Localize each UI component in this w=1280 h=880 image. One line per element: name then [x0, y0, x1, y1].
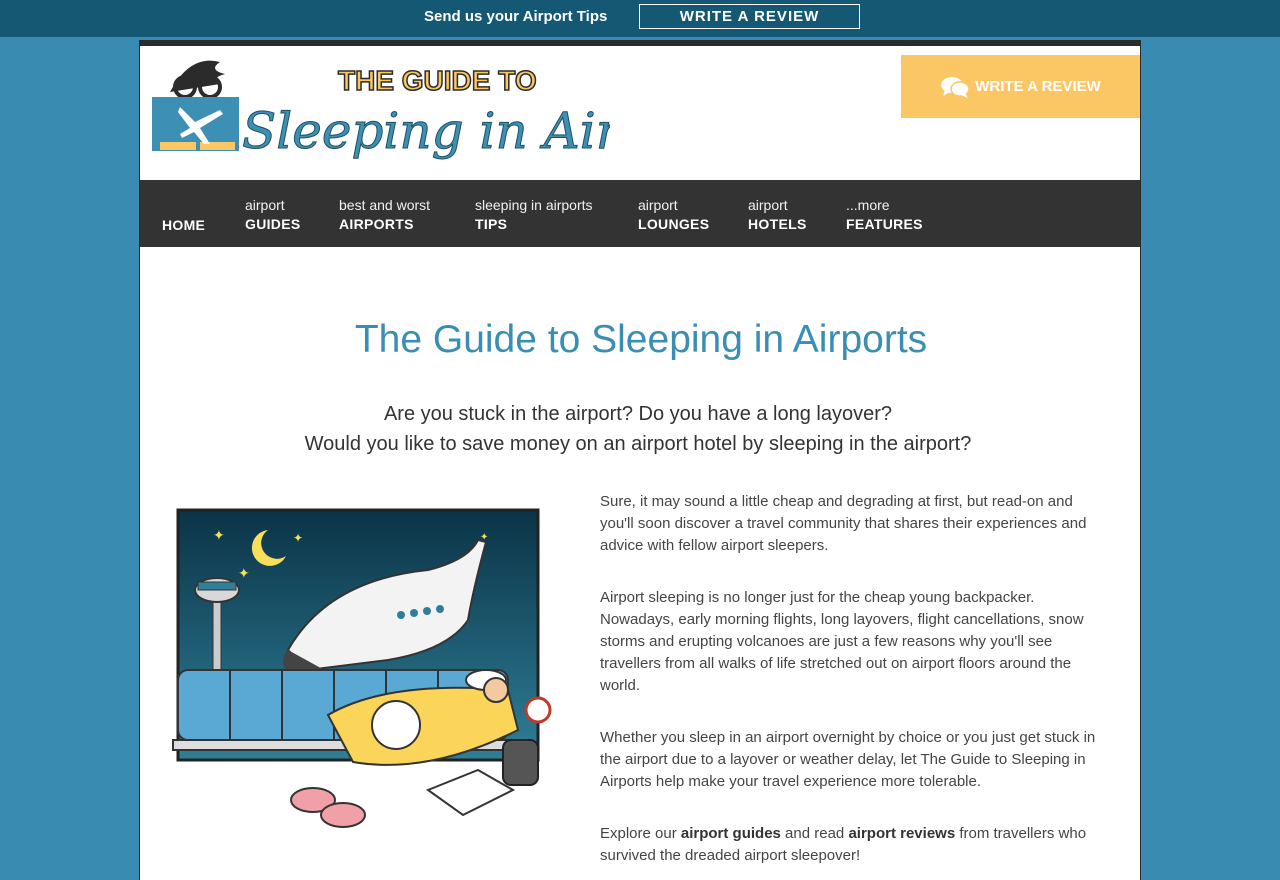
nav-airports-top: best and worst — [339, 197, 431, 213]
intro-line-1: Are you stuck in the airport? Do you hav… — [383, 403, 893, 425]
nav-hotels-bottom: HOTELS — [748, 216, 807, 232]
nav-hotels-top: airport — [748, 197, 788, 213]
svg-text:✦: ✦ — [213, 527, 225, 543]
nav-features-bottom: FEATURES — [846, 216, 923, 232]
body-text: Sure, it may sound a little cheap and de… — [600, 491, 1100, 880]
svg-text:✦: ✦ — [293, 531, 303, 545]
svg-text:Sleeping in Airports: Sleeping in Airports — [242, 102, 610, 160]
p4-pre: Explore our — [600, 825, 681, 842]
nav-guides-top: airport — [245, 197, 285, 213]
nav-lounges-bottom: LOUNGES — [638, 216, 710, 232]
page-title: The Guide to Sleeping in Airports — [354, 318, 928, 361]
nav-airport-guides[interactable]: airport GUIDES — [245, 197, 300, 234]
write-review-button[interactable]: WRITE A REVIEW — [901, 55, 1140, 118]
airport-guides-link[interactable]: airport guides — [681, 825, 781, 842]
main-nav: HOME airport GUIDES best and worst AIRPO… — [140, 180, 1140, 247]
nav-more-features[interactable]: ...more FEATURES — [846, 197, 923, 234]
nav-features-top: ...more — [846, 197, 890, 213]
airport-sleeper-illustration: ✦ ✦ ✦ ✦ — [172, 508, 552, 828]
nav-airport-hotels[interactable]: airport HOTELS — [748, 197, 807, 234]
nav-lounges-top: airport — [638, 197, 678, 213]
airport-tips-text: Send us your Airport Tips — [424, 8, 608, 25]
topbar-write-review-button[interactable]: WRITE A REVIEW — [639, 4, 860, 29]
intro-line-2: Would you like to save money on an airpo… — [304, 433, 972, 455]
top-bar: Send us your Airport Tips WRITE A REVIEW — [0, 0, 1280, 37]
nav-best-worst-airports[interactable]: best and worst AIRPORTS — [339, 197, 430, 234]
paragraph-2: Airport sleeping is no longer just for t… — [600, 589, 1084, 694]
nav-tips-bottom: TIPS — [475, 216, 508, 232]
page-container: THE GUIDE TO Sleeping in Airports WRITE … — [139, 40, 1141, 880]
paragraph-1: Sure, it may sound a little cheap and de… — [600, 493, 1087, 554]
site-logo[interactable]: THE GUIDE TO Sleeping in Airports — [150, 52, 610, 180]
nav-airport-lounges[interactable]: airport LOUNGES — [638, 197, 709, 234]
airport-reviews-link[interactable]: airport reviews — [848, 825, 955, 842]
paragraph-4: Explore our airport guides and read airp… — [600, 823, 1100, 867]
svg-text:THE GUIDE TO: THE GUIDE TO — [338, 65, 537, 96]
chat-bubbles-icon — [941, 76, 970, 98]
nav-airports-bottom: AIRPORTS — [339, 216, 414, 232]
p4-mid: and read — [780, 825, 849, 842]
svg-text:✦: ✦ — [238, 565, 250, 581]
nav-home-label: HOME — [162, 217, 206, 233]
nav-sleeping-tips[interactable]: sleeping in airports TIPS — [475, 197, 593, 234]
nav-home[interactable]: HOME — [162, 215, 205, 235]
paragraph-3: Whether you sleep in an airport overnigh… — [600, 729, 1096, 790]
nav-guides-bottom: GUIDES — [245, 216, 301, 232]
write-review-label: WRITE A REVIEW — [975, 78, 1101, 95]
nav-tips-top: sleeping in airports — [475, 197, 593, 213]
intro-text: Are you stuck in the airport? Do you hav… — [140, 399, 1136, 459]
